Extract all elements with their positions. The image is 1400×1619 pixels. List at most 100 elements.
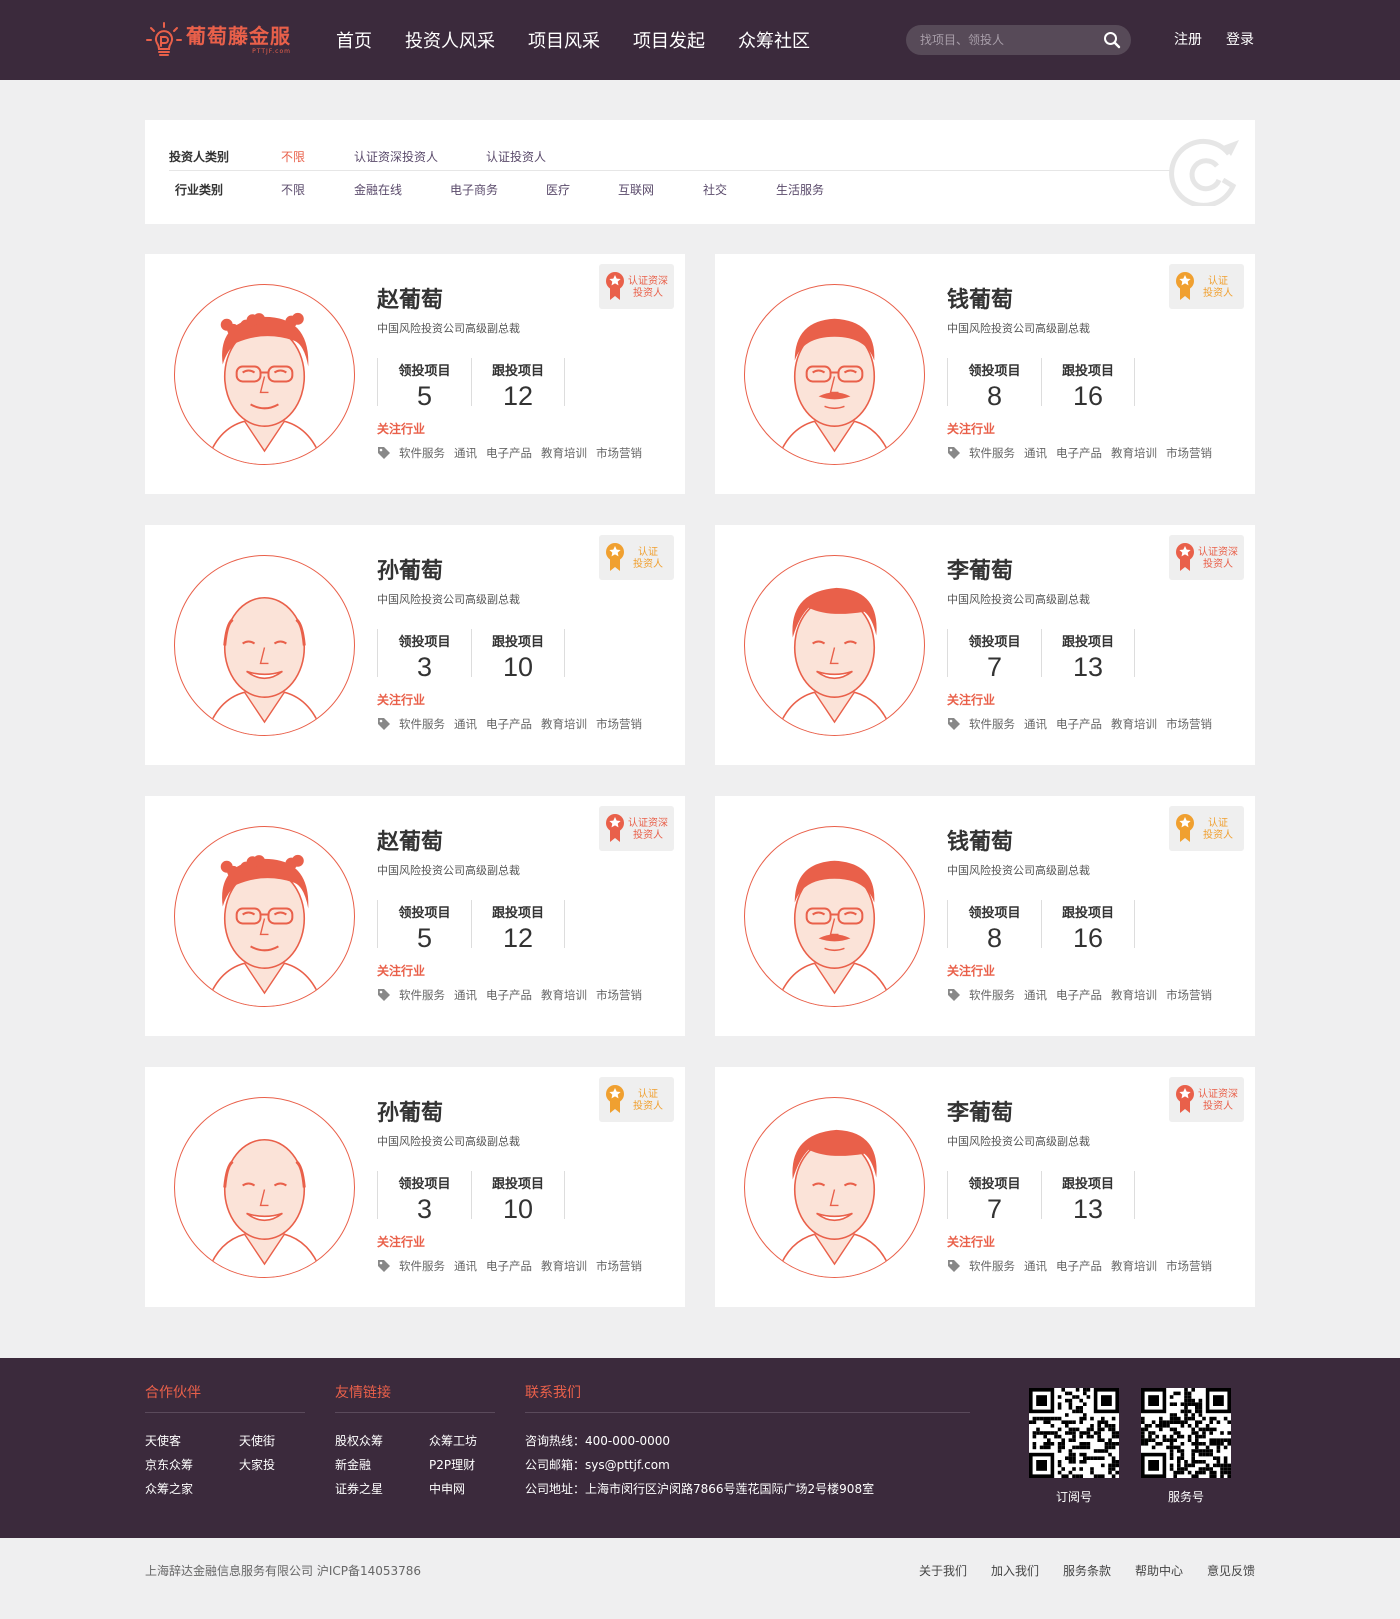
footer-link[interactable]: 大家投 — [239, 1456, 275, 1473]
industry-tag[interactable]: 电子产品 — [486, 445, 532, 461]
filter-option-finance[interactable]: 金融在线 — [354, 181, 450, 198]
industry-tag[interactable]: 市场营销 — [1166, 445, 1212, 461]
industry-tag[interactable]: 市场营销 — [596, 716, 642, 732]
industry-tag[interactable]: 教育培训 — [1111, 716, 1157, 732]
industry-tag[interactable]: 软件服务 — [399, 716, 445, 732]
link-help[interactable]: 帮助中心 — [1135, 1562, 1183, 1579]
footer-link[interactable]: 天使客 — [145, 1432, 181, 1449]
industry-tag[interactable]: 教育培训 — [1111, 445, 1157, 461]
footer-link[interactable]: 众筹之家 — [145, 1480, 193, 1497]
industry-tag[interactable]: 教育培训 — [1111, 1258, 1157, 1274]
industry-tag[interactable]: 电子产品 — [486, 1258, 532, 1274]
industry-tag[interactable]: 市场营销 — [1166, 1258, 1212, 1274]
industry-tag[interactable]: 电子产品 — [1056, 987, 1102, 1003]
footer-link[interactable]: 京东众筹 — [145, 1456, 193, 1473]
filter-option-certified[interactable]: 认证投资人 — [486, 148, 546, 165]
investor-name[interactable]: 孙葡萄 — [377, 553, 443, 585]
industry-tag[interactable]: 电子产品 — [1056, 1258, 1102, 1274]
investor-name[interactable]: 赵葡萄 — [377, 282, 443, 314]
industry-tag[interactable]: 通讯 — [1024, 1258, 1047, 1274]
industry-tag[interactable]: 电子产品 — [1056, 445, 1102, 461]
investor-avatar[interactable] — [744, 284, 925, 465]
industry-tag[interactable]: 通讯 — [454, 445, 477, 461]
industry-tag[interactable]: 软件服务 — [969, 987, 1015, 1003]
nav-launch-project[interactable]: 项目发起 — [633, 27, 705, 53]
filter-option-senior[interactable]: 认证资深投资人 — [354, 148, 486, 165]
industry-tag[interactable]: 通讯 — [1024, 987, 1047, 1003]
footer-link[interactable]: 众筹工坊 — [429, 1432, 477, 1449]
industry-tag[interactable]: 教育培训 — [541, 987, 587, 1003]
filter-option-medical[interactable]: 医疗 — [546, 181, 618, 198]
industry-tag[interactable]: 通讯 — [1024, 716, 1047, 732]
filter-option-social[interactable]: 社交 — [703, 181, 776, 198]
link-join[interactable]: 加入我们 — [991, 1562, 1039, 1579]
nav-community[interactable]: 众筹社区 — [738, 27, 810, 53]
filter-option-all[interactable]: 不限 — [281, 181, 354, 198]
industry-tag[interactable]: 软件服务 — [969, 716, 1015, 732]
investor-card[interactable]: 赵葡萄 中国风险投资公司高级副总裁 领投项目 5 跟投项目 12 关注行业 软件… — [145, 796, 685, 1036]
nav-projects[interactable]: 项目风采 — [528, 27, 600, 53]
filter-option-life-service[interactable]: 生活服务 — [776, 181, 824, 198]
nav-home[interactable]: 首页 — [336, 27, 372, 53]
login-link[interactable]: 登录 — [1226, 0, 1254, 80]
search-icon[interactable] — [1103, 31, 1121, 49]
investor-avatar[interactable] — [744, 1097, 925, 1278]
investor-name[interactable]: 钱葡萄 — [947, 282, 1013, 314]
investor-name[interactable]: 李葡萄 — [947, 553, 1013, 585]
investor-avatar[interactable] — [174, 826, 355, 1007]
investor-name[interactable]: 李葡萄 — [947, 1095, 1013, 1127]
filter-option-internet[interactable]: 互联网 — [618, 181, 703, 198]
investor-avatar[interactable] — [174, 555, 355, 736]
industry-tag[interactable]: 电子产品 — [486, 716, 532, 732]
investor-avatar[interactable] — [744, 826, 925, 1007]
footer-link[interactable]: P2P理财 — [429, 1456, 475, 1473]
industry-tag[interactable]: 教育培训 — [1111, 987, 1157, 1003]
investor-avatar[interactable] — [174, 1097, 355, 1278]
footer-link[interactable]: 股权众筹 — [335, 1432, 383, 1449]
investor-card[interactable]: 李葡萄 中国风险投资公司高级副总裁 领投项目 7 跟投项目 13 关注行业 软件… — [715, 1067, 1255, 1307]
investor-card[interactable]: 钱葡萄 中国风险投资公司高级副总裁 领投项目 8 跟投项目 16 关注行业 软件… — [715, 254, 1255, 494]
link-about[interactable]: 关于我们 — [919, 1562, 967, 1579]
register-link[interactable]: 注册 — [1174, 0, 1202, 80]
industry-tag[interactable]: 软件服务 — [399, 1258, 445, 1274]
investor-name[interactable]: 赵葡萄 — [377, 824, 443, 856]
investor-card[interactable]: 孙葡萄 中国风险投资公司高级副总裁 领投项目 3 跟投项目 10 关注行业 软件… — [145, 1067, 685, 1307]
industry-tag[interactable]: 软件服务 — [399, 987, 445, 1003]
industry-tag[interactable]: 电子产品 — [1056, 716, 1102, 732]
investor-avatar[interactable] — [174, 284, 355, 465]
industry-tag[interactable]: 通讯 — [454, 1258, 477, 1274]
link-feedback[interactable]: 意见反馈 — [1207, 1562, 1255, 1579]
investor-card[interactable]: 孙葡萄 中国风险投资公司高级副总裁 领投项目 3 跟投项目 10 关注行业 软件… — [145, 525, 685, 765]
investor-avatar[interactable] — [744, 555, 925, 736]
footer-link[interactable]: 中申网 — [429, 1480, 465, 1497]
filter-option-all[interactable]: 不限 — [281, 148, 354, 165]
filter-option-ecommerce[interactable]: 电子商务 — [450, 181, 546, 198]
site-logo[interactable]: 葡萄藤金服 PTTJF.com — [146, 18, 291, 62]
industry-tag[interactable]: 教育培训 — [541, 716, 587, 732]
industry-tag[interactable]: 市场营销 — [596, 1258, 642, 1274]
investor-name[interactable]: 钱葡萄 — [947, 824, 1013, 856]
industry-tag[interactable]: 软件服务 — [969, 1258, 1015, 1274]
industry-tag[interactable]: 通讯 — [1024, 445, 1047, 461]
industry-tag[interactable]: 通讯 — [454, 716, 477, 732]
industry-tag[interactable]: 通讯 — [454, 987, 477, 1003]
industry-tag[interactable]: 软件服务 — [969, 445, 1015, 461]
investor-card[interactable]: 赵葡萄 中国风险投资公司高级副总裁 领投项目 5 跟投项目 12 关注行业 软件… — [145, 254, 685, 494]
footer-link[interactable]: 新金融 — [335, 1456, 371, 1473]
industry-tag[interactable]: 电子产品 — [486, 987, 532, 1003]
industry-tag[interactable]: 市场营销 — [596, 445, 642, 461]
nav-investors[interactable]: 投资人风采 — [405, 27, 495, 53]
search-input[interactable] — [920, 25, 1095, 55]
industry-tag[interactable]: 市场营销 — [596, 987, 642, 1003]
footer-link[interactable]: 天使街 — [239, 1432, 275, 1449]
investor-card[interactable]: 李葡萄 中国风险投资公司高级副总裁 领投项目 7 跟投项目 13 关注行业 软件… — [715, 525, 1255, 765]
industry-tag[interactable]: 教育培训 — [541, 1258, 587, 1274]
industry-tag[interactable]: 市场营销 — [1166, 987, 1212, 1003]
investor-card[interactable]: 钱葡萄 中国风险投资公司高级副总裁 领投项目 8 跟投项目 16 关注行业 软件… — [715, 796, 1255, 1036]
industry-tag[interactable]: 教育培训 — [541, 445, 587, 461]
link-terms[interactable]: 服务条款 — [1063, 1562, 1111, 1579]
footer-link[interactable]: 证券之星 — [335, 1480, 383, 1497]
investor-name[interactable]: 孙葡萄 — [377, 1095, 443, 1127]
industry-tag[interactable]: 市场营销 — [1166, 716, 1212, 732]
industry-tag[interactable]: 软件服务 — [399, 445, 445, 461]
